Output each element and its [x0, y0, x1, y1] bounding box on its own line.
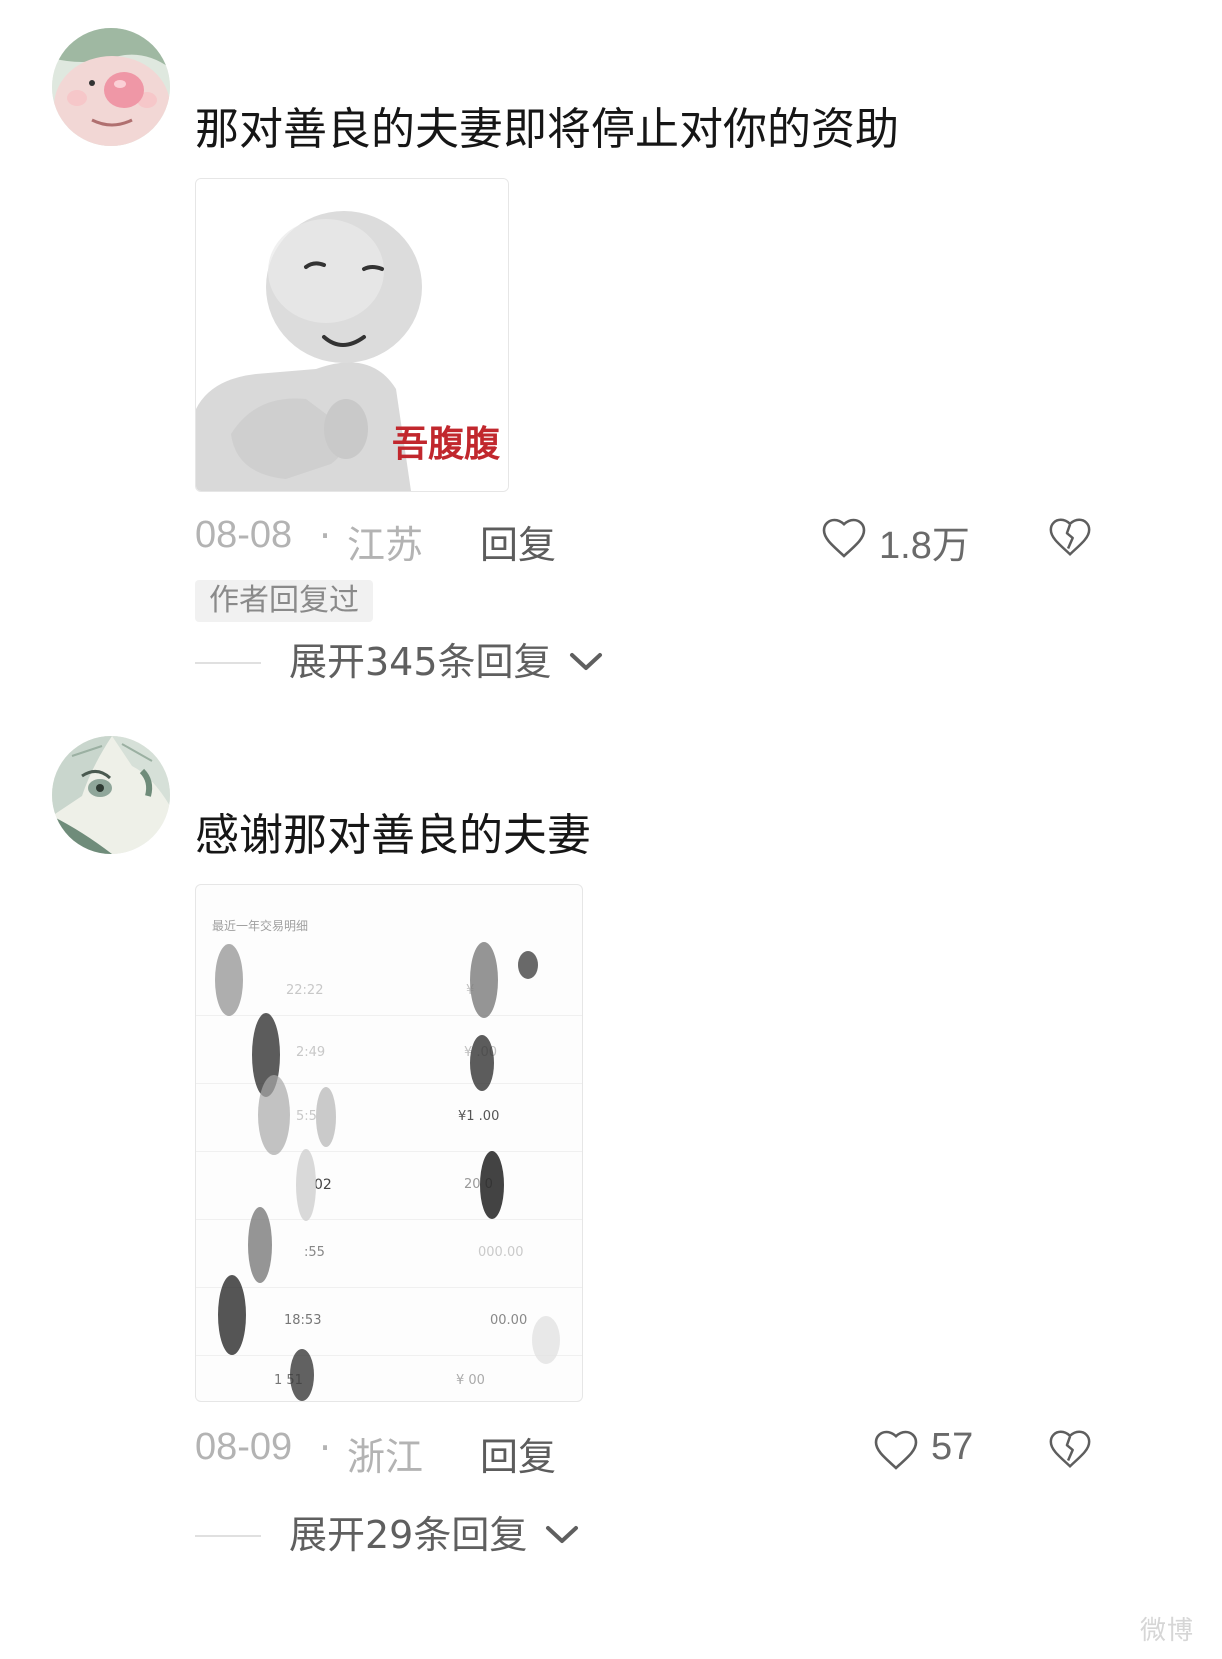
comment-item: 那对善良的夫妻即将停止对你的资助 吾腹腹 08-08 · 江苏 回复 1.8万	[0, 0, 1222, 720]
like-button[interactable]: 1.8万	[819, 512, 979, 567]
table-row: 02 20 0	[196, 1151, 582, 1220]
transaction-time: 18:53	[284, 1313, 322, 1328]
table-row: 22:22 ¥	[196, 947, 582, 1016]
reply-button[interactable]: 回复	[480, 1426, 556, 1481]
heart-outline-icon	[874, 1430, 918, 1470]
meme-caption: 吾腹腹	[392, 424, 501, 465]
avatar-pig-image	[52, 28, 170, 146]
transaction-time: 02	[314, 1177, 332, 1193]
comment-region: 浙江	[347, 1437, 424, 1479]
transaction-time: :55	[304, 1245, 325, 1260]
comment-text: 感谢那对善良的夫妻	[195, 810, 591, 861]
comment-date: 08-09	[195, 1426, 293, 1468]
table-row: :55 000.00	[196, 1219, 582, 1288]
comment-meta-row: 08-08 · 江苏 回复 1.8万	[195, 508, 1175, 567]
comment-date: 08-08	[195, 514, 293, 556]
transaction-amount: 20 0	[464, 1177, 493, 1192]
comment-text: 那对善良的夫妻即将停止对你的资助	[195, 104, 899, 155]
transaction-list: 22:22 ¥ 2:49 ¥ .00 5:5 ¥1 .00 02 20 0 :5…	[196, 947, 582, 1401]
meta-separator: ·	[319, 514, 332, 558]
broken-heart-icon[interactable]	[1045, 1426, 1095, 1472]
watermark: 微博	[1139, 1616, 1194, 1646]
transaction-amount: 00.00	[490, 1313, 528, 1328]
transaction-amount: ¥1 .00	[458, 1109, 500, 1124]
avatar[interactable]	[52, 736, 170, 854]
heart-outline-icon	[822, 518, 866, 558]
expand-divider	[195, 662, 261, 664]
transaction-time: 5:5	[296, 1109, 317, 1124]
table-row: 5:5 ¥1 .00	[196, 1083, 582, 1152]
comment-meta-row: 08-09 · 浙江 回复 57	[195, 1420, 1175, 1479]
avatar-anime-image	[52, 736, 170, 854]
transaction-amount: ¥ .00	[464, 1045, 498, 1060]
transaction-amount: 000.00	[478, 1245, 524, 1260]
comment-image-meme[interactable]: 吾腹腹	[195, 178, 509, 492]
author-replied-badge: 作者回复过	[195, 580, 373, 622]
transaction-time: 1 51	[274, 1373, 303, 1388]
transaction-amount: ¥ 00	[456, 1373, 485, 1388]
like-button[interactable]: 57	[871, 1424, 981, 1476]
chevron-down-icon	[546, 1526, 578, 1543]
like-count: 1.8万	[879, 525, 970, 567]
comment-region: 江苏	[347, 525, 424, 567]
transaction-time: 22:22	[286, 983, 324, 998]
avatar[interactable]	[52, 28, 170, 146]
comment-item: 感谢那对善良的夫妻 最近一年交易明细 22:22 ¥ 2:49 ¥ .00 5:…	[0, 720, 1222, 1659]
chevron-down-icon	[570, 653, 602, 670]
transactions-header: 最近一年交易明细	[212, 919, 309, 933]
expand-divider	[195, 1535, 261, 1537]
expand-replies-button[interactable]: 展开345条回复	[195, 637, 895, 687]
table-row: 1 51 ¥ 00	[196, 1355, 582, 1401]
table-row: 2:49 ¥ .00	[196, 1015, 582, 1084]
expand-replies-button[interactable]: 展开29条回复	[195, 1510, 895, 1560]
comment-image-transactions[interactable]: 最近一年交易明细 22:22 ¥ 2:49 ¥ .00 5:5 ¥1 .00 0…	[195, 884, 583, 1402]
like-count: 57	[931, 1426, 974, 1468]
transaction-amount: ¥	[466, 983, 475, 998]
meta-separator: ·	[319, 1426, 332, 1470]
broken-heart-icon[interactable]	[1045, 514, 1095, 560]
expand-replies-label: 展开345条回复	[289, 640, 552, 684]
expand-replies-label: 展开29条回复	[289, 1513, 528, 1557]
table-row: 18:53 00.00	[196, 1287, 582, 1356]
transaction-time: 2:49	[296, 1045, 326, 1060]
reply-button[interactable]: 回复	[480, 514, 556, 569]
